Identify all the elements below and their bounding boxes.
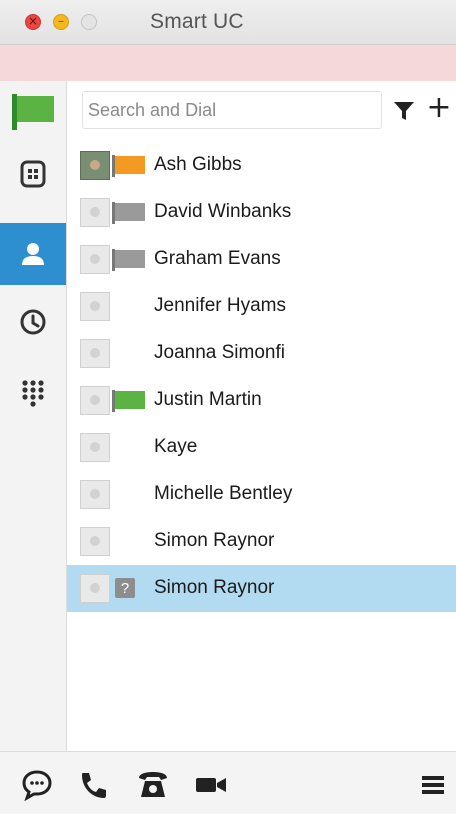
contact-name: Joanna Simonfi: [154, 342, 285, 363]
contact-name: Ash Gibbs: [154, 154, 242, 175]
contact-name: David Winbanks: [154, 201, 292, 222]
dialpad-icon: [22, 380, 44, 407]
window-title: Smart UC: [150, 10, 244, 33]
search-box: [82, 91, 382, 129]
contact-row[interactable]: Kaye: [67, 424, 456, 471]
chat-icon: [22, 770, 52, 801]
contact-name: Justin Martin: [154, 389, 262, 410]
person-icon: [22, 243, 44, 265]
avatar: [80, 574, 110, 603]
contact-row[interactable]: ? Simon Raynor: [67, 565, 456, 612]
contact-name: Jennifer Hyams: [154, 295, 286, 316]
status-flag-icon: [112, 390, 145, 412]
video-icon: [196, 778, 226, 792]
contact-name: Simon Raynor: [154, 577, 275, 598]
call-button[interactable]: [77, 768, 111, 802]
phone-icon: [82, 773, 106, 798]
video-button[interactable]: [194, 768, 228, 802]
rail-item-dialpad[interactable]: [0, 363, 66, 425]
contact-row[interactable]: Graham Evans: [67, 236, 456, 283]
unknown-status-label: ?: [121, 580, 129, 597]
title-bar: × – Smart UC: [0, 0, 456, 45]
avatar: [80, 386, 110, 415]
close-window-button[interactable]: ×: [25, 14, 41, 30]
building-icon: [20, 160, 46, 188]
avatar: [80, 433, 110, 462]
menu-icon: [422, 776, 444, 794]
presence-status-button[interactable]: [0, 81, 66, 143]
avatar: [80, 480, 110, 509]
contact-row[interactable]: Ash Gibbs: [67, 142, 456, 189]
minimize-icon: –: [58, 14, 64, 28]
clock-icon: [20, 309, 46, 335]
desk-phone-button[interactable]: [136, 768, 170, 802]
contact-name: Kaye: [154, 436, 198, 457]
add-contact-button[interactable]: +: [425, 93, 453, 124]
contact-list: Ash Gibbs David Winbanks Graham Evans Jenni…: [67, 142, 456, 612]
zoom-window-button[interactable]: [81, 14, 97, 30]
close-icon: ×: [27, 14, 39, 28]
contact-row[interactable]: David Winbanks: [67, 189, 456, 236]
flag-icon: [12, 94, 54, 130]
contact-name: Simon Raynor: [154, 530, 275, 551]
bottom-toolbar: [0, 751, 456, 814]
avatar: [80, 198, 110, 227]
desk-phone-icon: [139, 772, 167, 797]
avatar: [80, 151, 110, 180]
unknown-status-icon: ?: [115, 578, 135, 598]
avatar: [80, 527, 110, 556]
notification-band: [0, 45, 456, 81]
contact-row[interactable]: Jennifer Hyams: [67, 283, 456, 330]
status-flag-icon: [112, 249, 145, 271]
menu-button[interactable]: [416, 768, 450, 802]
rail-item-history[interactable]: [0, 291, 66, 353]
rail-item-directory[interactable]: [0, 143, 66, 205]
search-input[interactable]: [83, 93, 378, 127]
avatar: [80, 339, 110, 368]
contact-row[interactable]: Michelle Bentley: [67, 471, 456, 518]
status-flag-icon: [112, 155, 145, 177]
minimize-window-button[interactable]: –: [53, 14, 69, 30]
contact-name: Michelle Bentley: [154, 483, 293, 504]
contact-row[interactable]: Joanna Simonfi: [67, 330, 456, 377]
avatar: [80, 245, 110, 274]
status-flag-icon: [112, 202, 145, 224]
rail-item-contacts[interactable]: [0, 223, 66, 285]
filter-icon: [394, 102, 414, 120]
avatar: [80, 292, 110, 321]
contact-name: Graham Evans: [154, 248, 281, 269]
contact-row[interactable]: Justin Martin: [67, 377, 456, 424]
left-rail: [0, 81, 67, 751]
contact-row[interactable]: Simon Raynor: [67, 518, 456, 565]
chat-button[interactable]: [20, 768, 54, 802]
filter-button[interactable]: [393, 100, 415, 122]
